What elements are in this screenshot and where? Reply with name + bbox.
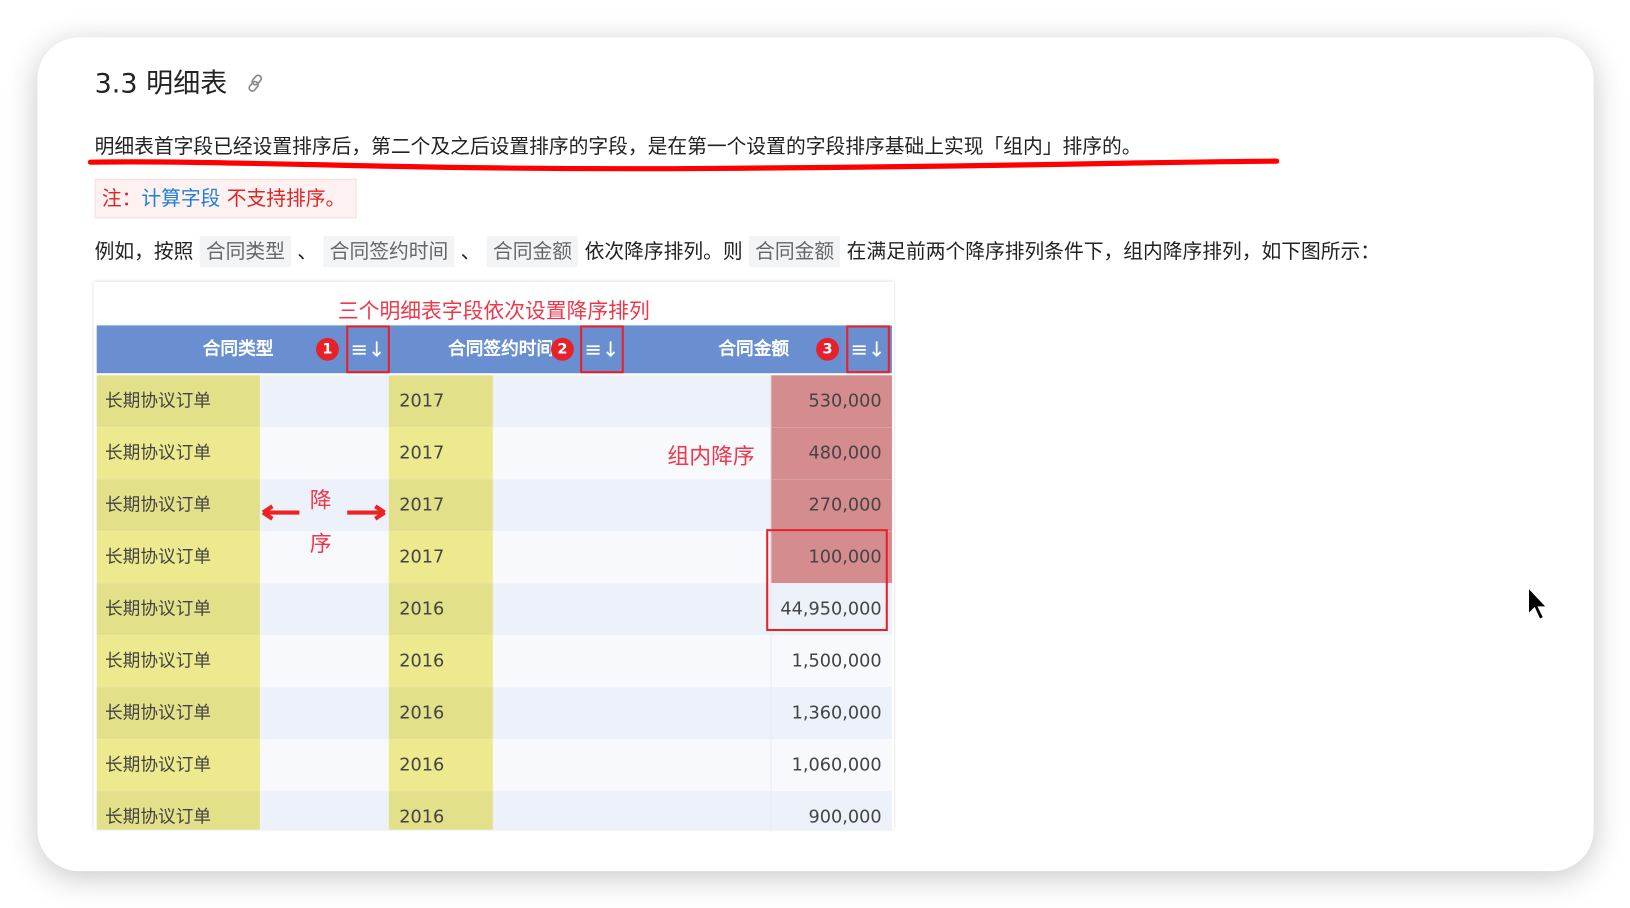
inline-code: 合同签约时间 bbox=[323, 235, 455, 268]
calc-field-link[interactable]: 计算字段 bbox=[141, 187, 220, 210]
cell-year: 2017 bbox=[388, 479, 493, 532]
cell-contract-type: 长期协议订单 bbox=[96, 687, 260, 740]
arrow-annotations bbox=[261, 504, 386, 521]
table-row: 长期协议订单 2016 1,060,000 bbox=[96, 739, 892, 792]
table-row: 长期协议订单 2016 1,500,000 bbox=[96, 635, 892, 688]
paragraph-example: 例如，按照 合同类型 、 合同签约时间 、 合同金额 依次降序排列。则 合同金额… bbox=[94, 235, 1381, 268]
cell-year: 2016 bbox=[388, 739, 493, 792]
figure-caption: 三个明细表字段依次设置降序排列 bbox=[337, 298, 650, 324]
cell-contract-type: 长期协议订单 bbox=[96, 791, 260, 830]
cell-contract-type: 长期协议订单 bbox=[96, 531, 260, 584]
text: 、 bbox=[454, 240, 487, 264]
link-icon[interactable] bbox=[245, 73, 266, 94]
text: 在满足前两个降序排列条件下，组内降序排列，如下图所示： bbox=[840, 240, 1381, 264]
cell-amount: 1,060,000 bbox=[770, 739, 892, 792]
text: 例如，按照 bbox=[94, 240, 200, 264]
section-heading: 3.3 明细表 bbox=[94, 68, 228, 100]
cell-contract-type: 长期协议订单 bbox=[96, 739, 260, 792]
sort-icon[interactable]: ≡↓ bbox=[346, 325, 390, 374]
cell-amount: 270,000 bbox=[770, 479, 892, 532]
inline-code: 合同类型 bbox=[199, 235, 292, 268]
cell-contract-type: 长期协议订单 bbox=[96, 635, 260, 688]
header-amount: 合同金额 bbox=[718, 338, 790, 360]
table-row: 长期协议订单 2017 270,000 bbox=[96, 479, 892, 532]
table-row: 长期协议订单 2016 1,360,000 bbox=[96, 687, 892, 740]
table-header: 合同类型 1 ≡↓ 合同签约时间 2 ≡↓ 合同金额 3 ≡↓ bbox=[96, 325, 892, 374]
cell-amount: 1,500,000 bbox=[770, 635, 892, 688]
mouse-cursor-icon bbox=[1527, 585, 1549, 621]
note-suffix: 不支持排序。 bbox=[220, 187, 346, 210]
cell-amount: 1,360,000 bbox=[770, 687, 892, 740]
cell-contract-type: 长期协议订单 bbox=[96, 427, 260, 480]
cell-year: 2016 bbox=[388, 687, 493, 740]
badge-1: 1 bbox=[316, 337, 339, 361]
sort-icon[interactable]: ≡↓ bbox=[846, 325, 890, 374]
cell-contract-type: 长期协议订单 bbox=[96, 479, 260, 532]
badge-3: 3 bbox=[816, 337, 839, 361]
text: 依次降序排列。则 bbox=[578, 240, 749, 264]
header-contract-type: 合同类型 bbox=[202, 338, 274, 360]
note-box: 注：计算字段 不支持排序。 bbox=[94, 178, 357, 219]
annotation-group-desc: 组内降序 bbox=[667, 443, 755, 469]
sort-icon[interactable]: ≡↓ bbox=[580, 325, 624, 374]
cell-amount: 900,000 bbox=[770, 791, 892, 830]
cell-year: 2017 bbox=[388, 375, 493, 428]
cell-contract-type: 长期协议订单 bbox=[96, 375, 260, 428]
cell-year: 2016 bbox=[388, 583, 493, 636]
figure-table-screenshot: 三个明细表字段依次设置降序排列 合同类型 1 ≡↓ 合同签约时间 2 ≡↓ 合同… bbox=[93, 281, 895, 830]
annotation-desc-2: 序 bbox=[309, 531, 332, 557]
note-prefix: 注： bbox=[101, 187, 142, 210]
cell-amount: 480,000 bbox=[770, 427, 892, 480]
paragraph-intro: 明细表首字段已经设置排序后，第二个及之后设置排序的字段，是在第一个设置的字段排序… bbox=[94, 135, 1142, 159]
cell-year: 2017 bbox=[388, 427, 493, 480]
inline-code: 合同金额 bbox=[748, 235, 841, 268]
badge-2: 2 bbox=[550, 337, 574, 361]
cell-year: 2017 bbox=[388, 531, 493, 584]
text: 、 bbox=[291, 240, 324, 264]
cell-contract-type: 长期协议订单 bbox=[96, 583, 260, 636]
cell-year: 2016 bbox=[388, 635, 493, 688]
cell-year: 2016 bbox=[388, 791, 493, 830]
inline-code: 合同金额 bbox=[486, 235, 579, 268]
table-row: 长期协议订单 2017 480,000 bbox=[96, 427, 892, 480]
table-row: 长期协议订单 2016 900,000 bbox=[96, 791, 892, 830]
header-sign-time: 合同签约时间 bbox=[448, 338, 553, 360]
cell-amount: 530,000 bbox=[770, 375, 892, 428]
table-row: 长期协议订单 2017 530,000 bbox=[96, 375, 892, 428]
red-underline-annotation bbox=[87, 158, 1280, 172]
highlight-box bbox=[766, 529, 888, 632]
